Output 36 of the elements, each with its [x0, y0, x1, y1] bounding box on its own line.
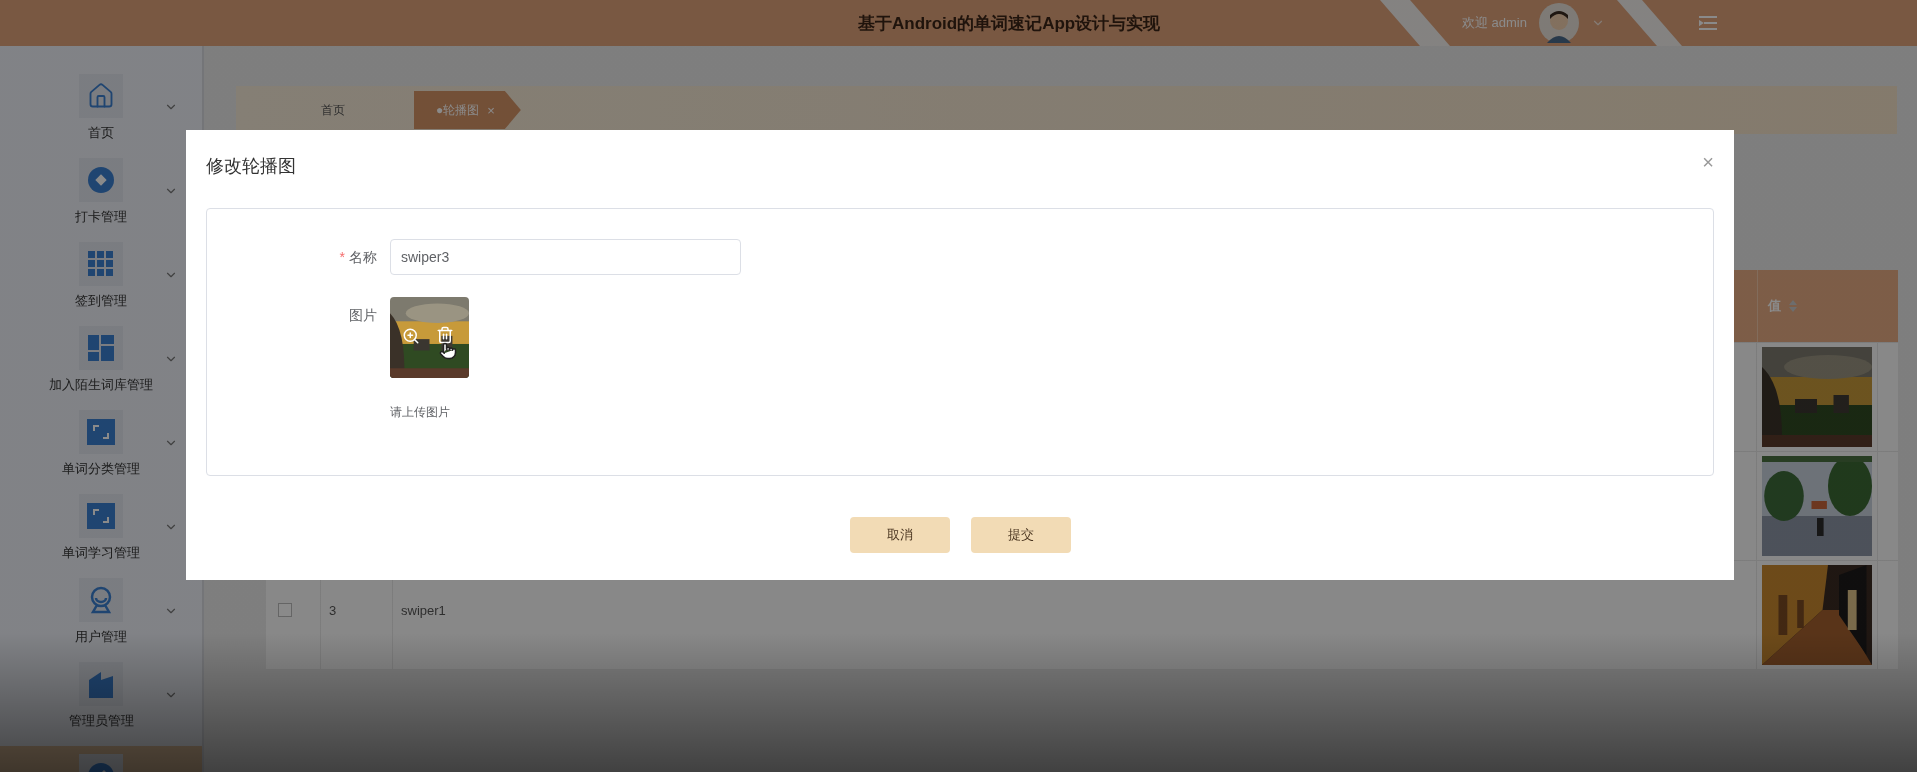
sidebar-item[interactable]: 单词学习管理: [0, 494, 202, 578]
trash-icon[interactable]: [436, 326, 454, 344]
dialog-title: 修改轮播图: [206, 155, 296, 178]
sidebar-item[interactable]: 加入陌生词库管理: [0, 326, 202, 410]
tab[interactable]: 首页: [266, 91, 404, 129]
hand-cursor-icon: [439, 342, 457, 360]
grid-icon: [88, 251, 114, 277]
zoom-in-icon[interactable]: [402, 327, 420, 345]
sidebar-item[interactable]: 单词分类管理: [0, 410, 202, 494]
sidebar-item[interactable]: 首页: [0, 74, 202, 158]
sort-icon[interactable]: [1789, 300, 1797, 312]
dashboard-icon: [88, 335, 114, 361]
avatar-icon[interactable]: [1539, 3, 1579, 43]
row-index: 3: [329, 603, 337, 618]
expand-icon: [87, 419, 115, 445]
field-label: 图片: [349, 307, 377, 325]
row-name: swiper1: [401, 603, 446, 618]
sidebar-item[interactable]: 用户管理: [0, 578, 202, 662]
dialog-button[interactable]: 取消: [849, 517, 950, 553]
sidebar-item[interactable]: 管理员管理: [0, 662, 202, 746]
required-mark: *: [339, 249, 345, 267]
expand-icon: [87, 503, 115, 529]
close-button[interactable]: ×: [1702, 152, 1714, 172]
welcome-text: 欢迎 admin: [1461, 14, 1527, 32]
building-icon: [87, 670, 115, 698]
dialog-button[interactable]: 提交: [970, 517, 1071, 553]
home-icon: [87, 82, 115, 110]
sidebar-item[interactable]: 签到管理: [0, 242, 202, 326]
app-title: 基于Android的单词速记App设计与实现: [858, 12, 1161, 35]
row-checkbox[interactable]: [278, 603, 292, 617]
user-icon: [89, 586, 113, 614]
field-label: 名称: [349, 249, 377, 267]
menu-icon[interactable]: [1699, 15, 1717, 31]
upload-hint: 请上传图片: [390, 404, 451, 421]
name-input[interactable]: swiper3: [390, 239, 741, 275]
sidebar-item[interactable]: 打卡管理: [0, 158, 202, 242]
